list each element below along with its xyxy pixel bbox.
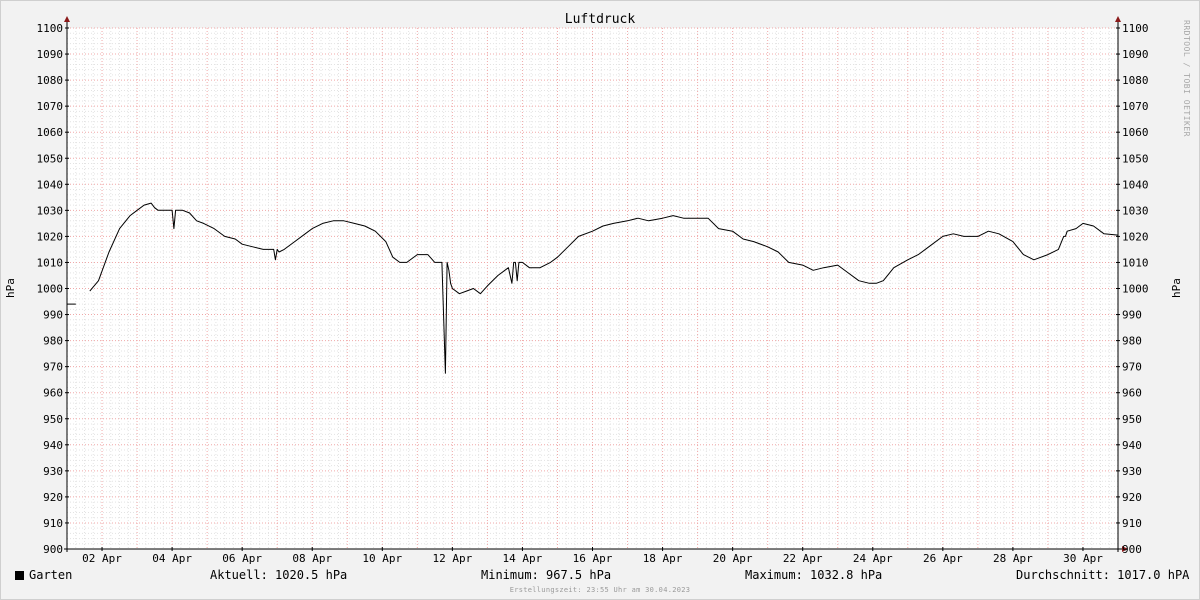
y-tick-label-left: 1020 bbox=[37, 230, 64, 243]
x-tick-label: 12 Apr bbox=[432, 552, 472, 565]
legend-average: Durchschnitt: 1017.0 hPA bbox=[1016, 568, 1190, 582]
y-tick-label-right: 940 bbox=[1122, 439, 1142, 452]
y-tick-label-left: 980 bbox=[43, 335, 63, 348]
x-tick-label: 04 Apr bbox=[152, 552, 192, 565]
y-tick-label-right: 920 bbox=[1122, 491, 1142, 504]
x-tick-label: 10 Apr bbox=[362, 552, 402, 565]
y-tick-label-left: 1100 bbox=[37, 22, 64, 35]
y-tick-label-left: 1010 bbox=[37, 256, 64, 269]
y-tick-label-left: 960 bbox=[43, 387, 63, 400]
legend-series-name: Garten bbox=[29, 568, 73, 582]
y-tick-label-right: 1030 bbox=[1122, 204, 1149, 217]
y-tick-label-left: 1070 bbox=[37, 100, 64, 113]
y-axis-right-arrow bbox=[1115, 16, 1121, 22]
y-tick-label-right: 1040 bbox=[1122, 178, 1149, 191]
y-tick-label-right: 900 bbox=[1122, 543, 1142, 556]
y-ticks-left: 900 910 920 930 940 950 960 970 980 990 1000 1010 10… bbox=[37, 22, 69, 556]
x-tick-label: 30 Apr bbox=[1063, 552, 1103, 565]
y-tick-label-right: 930 bbox=[1122, 465, 1142, 478]
y-tick-label-left: 1000 bbox=[37, 283, 64, 296]
x-tick-label: 28 Apr bbox=[993, 552, 1033, 565]
y-tick-label-left: 1080 bbox=[37, 74, 64, 87]
x-tick-label: 08 Apr bbox=[292, 552, 332, 565]
y-axis-label-left: hPa bbox=[4, 278, 17, 298]
x-tick-label: 16 Apr bbox=[573, 552, 613, 565]
y-tick-label-right: 970 bbox=[1122, 361, 1142, 374]
legend-swatch bbox=[15, 571, 24, 580]
y-tick-label-left: 1030 bbox=[37, 204, 64, 217]
y-tick-label-right: 1010 bbox=[1122, 256, 1149, 269]
x-tick-label: 14 Apr bbox=[503, 552, 543, 565]
y-tick-label-right: 950 bbox=[1122, 413, 1142, 426]
x-tick-label: 22 Apr bbox=[783, 552, 823, 565]
y-axis-label-right: hPa bbox=[1170, 278, 1183, 298]
y-tick-label-left: 1040 bbox=[37, 178, 64, 191]
legend-series: Garten bbox=[15, 568, 72, 582]
y-tick-label-right: 1060 bbox=[1122, 126, 1149, 139]
y-tick-label-right: 1090 bbox=[1122, 48, 1149, 61]
y-tick-label-right: 960 bbox=[1122, 387, 1142, 400]
x-tick-label: 20 Apr bbox=[713, 552, 753, 565]
creation-timestamp: Erstellungszeit: 23:55 Uhr am 30.04.2023 bbox=[509, 586, 691, 594]
x-tick-label: 02 Apr bbox=[82, 552, 122, 565]
x-ticks: 02 Apr 04 Apr 06 Apr 08 Apr 10 Apr 12 Apr 14 A… bbox=[82, 547, 1103, 565]
y-tick-label-left: 990 bbox=[43, 309, 63, 322]
x-tick-label: 24 Apr bbox=[853, 552, 893, 565]
y-tick-label-right: 1080 bbox=[1122, 74, 1149, 87]
y-tick-label-left: 930 bbox=[43, 465, 63, 478]
y-tick-label-left: 910 bbox=[43, 517, 63, 530]
y-tick-label-left: 920 bbox=[43, 491, 63, 504]
y-tick-label-right: 980 bbox=[1122, 335, 1142, 348]
y-tick-label-left: 900 bbox=[43, 543, 63, 556]
y-tick-label-right: 1050 bbox=[1122, 152, 1149, 165]
y-tick-label-left: 940 bbox=[43, 439, 63, 452]
y-tick-label-left: 1090 bbox=[37, 48, 64, 61]
y-ticks-right: 900 910 920 930 940 950 960 970 980 990 1000 1010 10… bbox=[1116, 22, 1149, 556]
y-tick-label-left: 1060 bbox=[37, 126, 64, 139]
plot-area: 900 910 920 930 940 950 960 970 980 990 1000 1010 10… bbox=[37, 16, 1149, 565]
y-axis-left-arrow bbox=[64, 16, 70, 22]
legend-minimum: Minimum: 967.5 hPa bbox=[481, 568, 612, 582]
y-tick-label-right: 1020 bbox=[1122, 230, 1149, 243]
y-tick-label-right: 1070 bbox=[1122, 100, 1149, 113]
y-tick-label-right: 910 bbox=[1122, 517, 1142, 530]
x-tick-label: 26 Apr bbox=[923, 552, 963, 565]
x-tick-label: 18 Apr bbox=[643, 552, 683, 565]
y-tick-label-left: 970 bbox=[43, 361, 63, 374]
y-tick-label-left: 950 bbox=[43, 413, 63, 426]
legend-maximum: Maximum: 1032.8 hPa bbox=[745, 568, 883, 582]
y-tick-label-left: 1050 bbox=[37, 152, 64, 165]
chart-title: Luftdruck bbox=[565, 12, 636, 27]
y-tick-label-right: 1100 bbox=[1122, 22, 1149, 35]
rrdtool-watermark: RRDTOOL / TOBI OETIKER bbox=[1182, 20, 1191, 137]
x-tick-label: 06 Apr bbox=[222, 552, 262, 565]
pressure-chart: 900 910 920 930 940 950 960 970 980 990 1000 1010 10… bbox=[4, 12, 1183, 565]
legend-current: Aktuell: 1020.5 hPa bbox=[210, 568, 348, 582]
y-tick-label-right: 1000 bbox=[1122, 283, 1149, 296]
y-tick-label-right: 990 bbox=[1122, 309, 1142, 322]
